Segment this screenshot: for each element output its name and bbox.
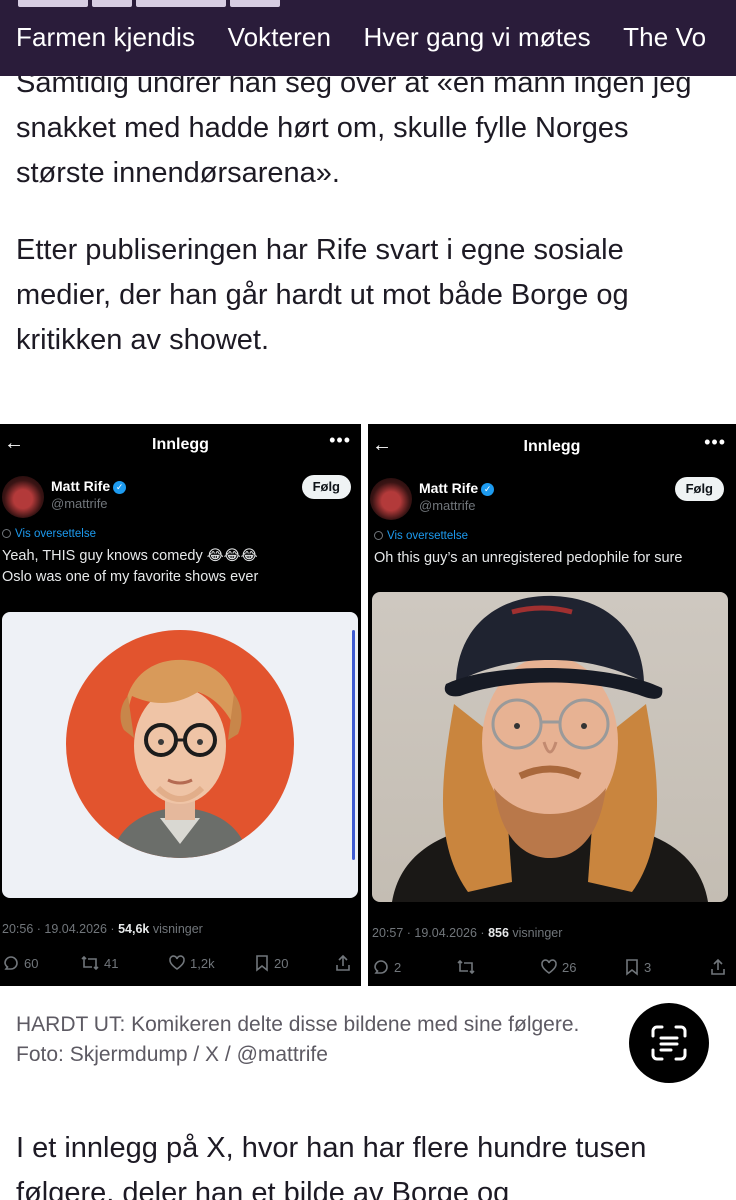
user-handle[interactable]: @mattrife (419, 498, 476, 513)
top-navigation: Farmen kjendis Vokteren Hver gang vi møt… (0, 0, 736, 76)
heart-icon (169, 955, 185, 970)
tweet-header: ← Innlegg ••• (368, 424, 736, 464)
nav-item-vokteren[interactable]: Vokteren (228, 22, 331, 53)
tweet-actions: 60 41 1,2k 20 (2, 954, 355, 976)
reply-button[interactable]: 60 (2, 954, 38, 972)
bookmark-icon (626, 959, 638, 976)
tweet-screenshot-right: ← Innlegg ••• Matt Rife ✓ @mattrife Følg … (368, 424, 736, 986)
tweet-header: ← Innlegg ••• (0, 424, 361, 464)
translate-icon (2, 529, 11, 538)
retweet-icon (457, 959, 475, 975)
article-paragraph: I et innlegg på X, hvor han har flere hu… (16, 1132, 647, 1200)
follow-button[interactable]: Følg (674, 477, 724, 501)
image-caption: HARDT UT: Komikeren delte disse bildene … (16, 1010, 579, 1070)
like-button[interactable]: 1,2k (168, 954, 215, 972)
text-scan-icon (651, 1025, 687, 1061)
verified-badge-icon: ✓ (113, 481, 127, 494)
bookmark-button[interactable]: 20 (254, 954, 288, 972)
article-paragraph: Etter publiseringen har Rife svart i egn… (16, 234, 629, 356)
portrait-illustration (392, 595, 708, 902)
bookmark-button[interactable]: 3 (624, 958, 651, 976)
tweet-image-cap-photo[interactable] (372, 592, 728, 902)
share-icon (711, 958, 725, 975)
nav-item-hver-gang-vi-motes[interactable]: Hver gang vi møtes (363, 22, 590, 53)
user-name[interactable]: Matt Rife ✓ (419, 480, 495, 496)
photo-credit: Foto: Skjermdump / X / @mattrife (16, 1043, 328, 1066)
portrait-illustration (66, 630, 294, 858)
like-button[interactable]: 26 (540, 958, 576, 976)
share-icon (336, 954, 350, 971)
tweet-actions: 2 26 3 (372, 958, 730, 980)
tweet-header-title: Innlegg (152, 436, 209, 453)
reply-button[interactable]: 2 (372, 958, 401, 976)
tweet-timestamp-views: 20:57 · 19.04.2026 · 856 visninger (372, 926, 563, 940)
reply-icon (374, 960, 388, 974)
nav-cropped-logo-strip (18, 0, 318, 8)
reply-icon (4, 956, 18, 970)
more-dots-icon[interactable]: ••• (329, 430, 351, 451)
avatar[interactable] (2, 476, 44, 518)
heart-icon (541, 959, 557, 974)
translate-icon (374, 531, 383, 540)
article-paragraph: Samtidig undrer han seg over at «en mann… (16, 67, 692, 189)
show-translation-link[interactable]: Vis oversettelse (2, 528, 96, 540)
tweet-screenshot-left: ← Innlegg ••• Matt Rife ✓ @mattrife Følg … (0, 424, 361, 986)
verified-badge-icon: ✓ (481, 483, 495, 496)
nav-item-the-voice[interactable]: The Vo (623, 22, 706, 53)
tweet-header-title: Innlegg (523, 438, 581, 455)
user-name[interactable]: Matt Rife ✓ (51, 478, 127, 494)
scrollbar[interactable] (352, 630, 355, 860)
share-button[interactable] (335, 954, 355, 972)
bookmark-icon (256, 955, 268, 972)
user-handle[interactable]: @mattrife (51, 496, 108, 511)
share-button[interactable] (710, 958, 730, 976)
nav-item-farmen-kjendis[interactable]: Farmen kjendis (16, 22, 195, 53)
text-scan-button[interactable] (629, 1003, 709, 1083)
retweet-button[interactable]: 41 (80, 954, 118, 972)
more-dots-icon[interactable]: ••• (704, 432, 726, 453)
retweet-button[interactable] (456, 958, 480, 976)
caption-text: HARDT UT: Komikeren delte disse bildene … (16, 1013, 580, 1036)
avatar[interactable] (370, 478, 412, 520)
tweet-text: Oh this guy’s an unregistered pedophile … (374, 550, 683, 566)
tweet-timestamp-views: 20:56 · 19.04.2026 · 54,6k visninger (2, 922, 203, 936)
show-translation-link[interactable]: Vis oversettelse (374, 530, 468, 542)
tweet-text: Yeah, THIS guy knows comedy 😂😂😂 Oslo was… (2, 548, 259, 585)
follow-button[interactable]: Følg (301, 475, 351, 499)
nav-items: Farmen kjendis Vokteren Hver gang vi møt… (16, 22, 734, 53)
retweet-icon (81, 955, 99, 971)
tweet-image-profile-photo[interactable] (2, 612, 358, 898)
